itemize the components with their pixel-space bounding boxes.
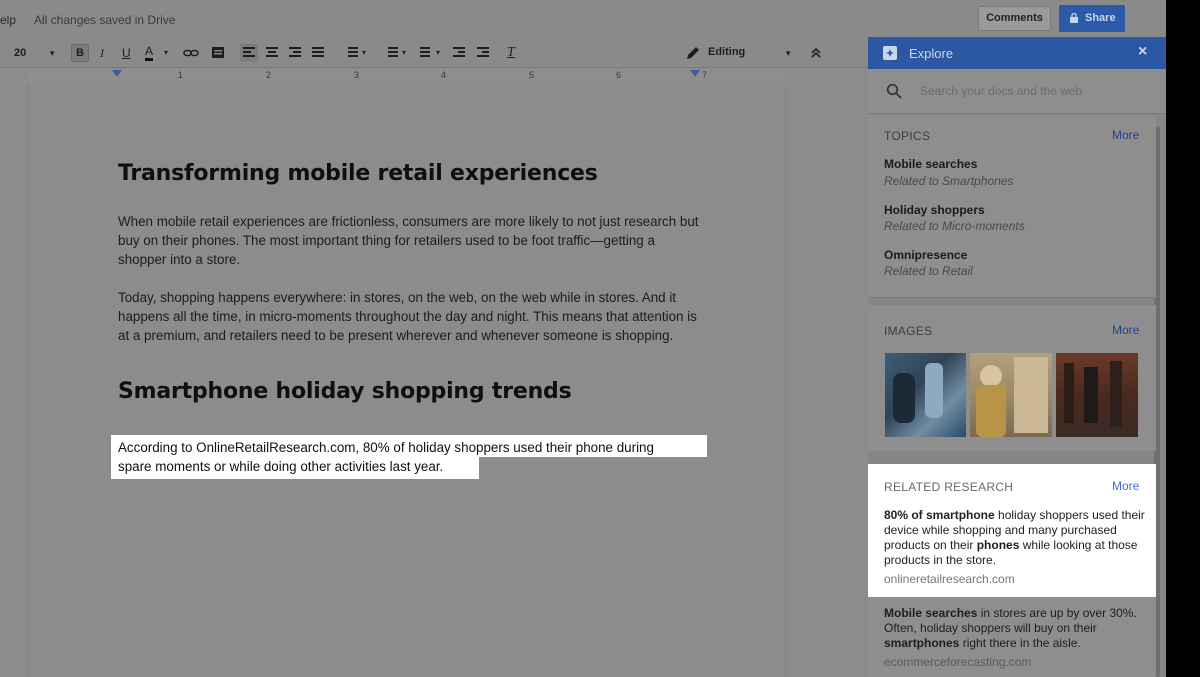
ruler-mark: 5: [529, 70, 535, 80]
italic-button[interactable]: I: [100, 45, 104, 61]
topic-related: Related to Smartphones: [884, 174, 1014, 188]
share-label: Share: [1085, 12, 1116, 24]
ruler-mark: 6: [616, 70, 622, 80]
ruler-mark: 4: [441, 70, 447, 80]
numbered-list-icon[interactable]: [382, 44, 400, 62]
research-snippet[interactable]: Mobile searches in stores are up by over…: [884, 606, 1146, 651]
paragraph-2: Today, shopping happens everywhere: in s…: [118, 290, 697, 343]
topics-card: TOPICS More Mobile searches Related to S…: [868, 115, 1156, 298]
align-center-icon[interactable]: [263, 44, 281, 62]
explore-search[interactable]: Search your docs and the web: [868, 69, 1166, 114]
bold-button[interactable]: B: [71, 44, 89, 62]
search-input[interactable]: Search your docs and the web: [920, 84, 1082, 98]
highlighted-line-1: According to OnlineRetailResearch.com, 8…: [118, 440, 654, 455]
line-spacing-dropdown-icon[interactable]: ▾: [362, 45, 366, 61]
explore-panel: Explore × Search your docs and the web T…: [868, 37, 1166, 677]
snippet-bold: smartphones: [884, 636, 960, 650]
close-icon[interactable]: ×: [1138, 43, 1147, 61]
explore-icon: [883, 46, 897, 60]
ruler-mark: 3: [354, 70, 360, 80]
research-item: Mobile searches in stores are up by over…: [868, 597, 1156, 677]
topic-name[interactable]: Holiday shoppers: [884, 203, 985, 217]
font-size-select[interactable]: 20: [14, 45, 26, 61]
window-edge: [1166, 0, 1200, 677]
text-color-button[interactable]: A: [145, 45, 154, 61]
snippet-text: right there in the aisle.: [959, 636, 1081, 650]
topics-more-link[interactable]: More: [1112, 128, 1139, 142]
menu-help[interactable]: elp: [0, 13, 16, 27]
numbered-list-dropdown-icon[interactable]: ▾: [402, 45, 406, 61]
decrease-indent-icon[interactable]: [450, 44, 468, 62]
research-snippet[interactable]: 80% of smartphone holiday shoppers used …: [884, 508, 1146, 568]
save-status: All changes saved in Drive: [34, 13, 176, 27]
topic-related: Related to Retail: [884, 264, 973, 278]
research-title: RELATED RESEARCH: [884, 480, 1014, 494]
image-thumbnail[interactable]: [970, 353, 1052, 437]
topic-related: Related to Micro-moments: [884, 219, 1025, 233]
ruler-mark: 7: [702, 70, 708, 80]
comment-icon[interactable]: [209, 44, 227, 62]
topics-title: TOPICS: [884, 129, 931, 143]
related-research-card: RELATED RESEARCH More 80% of smartphone …: [868, 464, 1156, 597]
left-indent-marker[interactable]: [112, 70, 122, 78]
text-color-dropdown-icon[interactable]: ▾: [164, 45, 168, 61]
explore-header: Explore ×: [868, 37, 1166, 69]
editing-mode-select[interactable]: Editing: [708, 46, 745, 58]
increase-indent-icon[interactable]: [474, 44, 492, 62]
topic-name[interactable]: Mobile searches: [884, 157, 977, 171]
topic-name[interactable]: Omnipresence: [884, 248, 967, 262]
images-more-link[interactable]: More: [1112, 323, 1139, 337]
ruler-mark: 1: [178, 70, 184, 80]
bulleted-list-icon[interactable]: [414, 44, 432, 62]
snippet-bold: phones: [976, 538, 1020, 552]
bulleted-list-dropdown-icon[interactable]: ▾: [436, 45, 440, 61]
align-left-icon[interactable]: [240, 44, 258, 62]
align-right-icon[interactable]: [286, 44, 304, 62]
bold-label: B: [76, 47, 84, 59]
images-title: IMAGES: [884, 324, 933, 338]
highlighted-line-2: spare moments or while doing other activ…: [118, 459, 444, 474]
top-bar: elp All changes saved in Drive Comments …: [0, 0, 1166, 38]
explore-title: Explore: [909, 46, 954, 61]
snippet-bold: 80% of smartphone: [884, 508, 995, 522]
clear-formatting-icon[interactable]: T: [507, 45, 515, 61]
heading-1: Transforming mobile retail experiences: [118, 161, 598, 186]
ruler[interactable]: 1 2 3 4 5 6 7: [28, 69, 786, 83]
pencil-icon: [687, 47, 699, 59]
paragraph-1: When mobile retail experiences are frict…: [118, 214, 699, 267]
research-source-link[interactable]: onlineretailresearch.com: [884, 572, 1015, 586]
share-button[interactable]: Share: [1059, 5, 1125, 32]
link-icon[interactable]: [182, 44, 200, 62]
docs-app: elp All changes saved in Drive Comments …: [0, 0, 1166, 677]
comments-button[interactable]: Comments: [978, 6, 1051, 31]
image-thumbnail[interactable]: [1056, 353, 1138, 437]
collapse-toolbar-icon[interactable]: [807, 44, 825, 62]
image-thumbnail[interactable]: [885, 353, 966, 437]
lock-icon: [1070, 13, 1078, 23]
ruler-mark: 2: [266, 70, 272, 80]
heading-2: Smartphone holiday shopping trends: [118, 379, 572, 404]
research-source-link[interactable]: ecommerceforecasting.com: [884, 655, 1031, 669]
document-page[interactable]: Transforming mobile retail experiences W…: [28, 83, 786, 677]
research-more-link[interactable]: More: [1112, 479, 1139, 493]
right-indent-marker[interactable]: [690, 70, 700, 78]
align-justify-icon[interactable]: [309, 44, 327, 62]
underline-button[interactable]: U: [122, 45, 131, 61]
snippet-bold: Mobile searches: [884, 606, 978, 620]
formatting-toolbar: 20 ▾ B I U A ▾ ▾ ▾ ▾ T Editing ▾: [0, 38, 868, 68]
line-spacing-icon[interactable]: [342, 44, 360, 62]
search-icon: [886, 83, 902, 99]
font-size-dropdown-icon[interactable]: ▾: [50, 45, 55, 61]
editing-mode-dropdown-icon[interactable]: ▾: [786, 45, 791, 61]
